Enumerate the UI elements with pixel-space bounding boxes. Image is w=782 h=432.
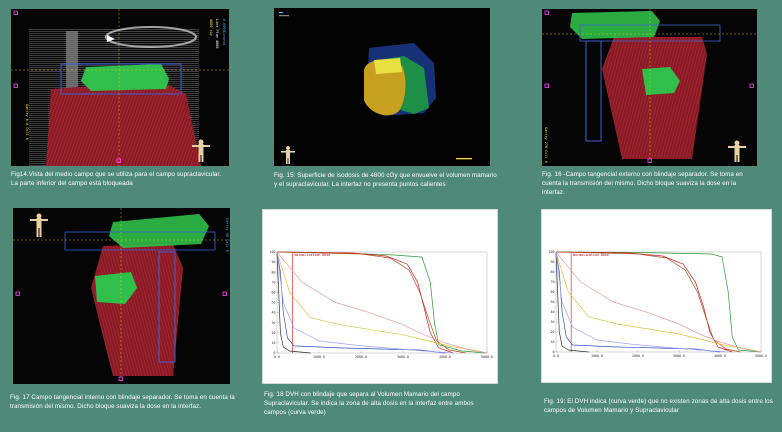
dvh-series-line-0 (276, 251, 488, 354)
fig15-image (274, 8, 490, 166)
x-tick-label: 5000.0 (481, 355, 493, 359)
fig14-image: 0.0000 Coronal Line Plan 4800 4800 cGy G… (11, 9, 229, 166)
svg-text:Gantry 90 Coll 0: Gantry 90 Coll 0 (225, 218, 229, 252)
dvh-series-line-1 (276, 251, 454, 354)
fig17-render: Gantry 90 Coll 0 (13, 208, 230, 384)
dvh-series-line-7 (276, 251, 454, 354)
fig15-render (274, 8, 490, 166)
svg-text:Line Plan 4800: Line Plan 4800 (215, 19, 219, 49)
y-tick-label: 40 (551, 310, 555, 314)
x-tick-label: 1000.0 (313, 355, 325, 359)
x-tick-label: 5000.0 (755, 354, 767, 358)
fig16-caption: Fig. 16 -Campo tangencial externo con bl… (542, 171, 743, 197)
y-tick-label: 90 (272, 260, 276, 264)
fig17-image: Gantry 90 Coll 0 (13, 208, 230, 384)
y-tick-label: 10 (272, 341, 276, 345)
x-tick-label: 2000.0 (355, 355, 367, 359)
plot-frame (555, 251, 762, 353)
dvh-series-line-5 (555, 251, 721, 353)
fig14-caption: Fig14.Vista del medio campo que se utili… (11, 171, 222, 188)
svg-text:Coronal: Coronal (222, 31, 226, 46)
fig19-caption: Fig. 19: El DVH indica (curva verde) que… (544, 398, 773, 415)
y-tick-label: 30 (272, 321, 276, 325)
y-tick-label: 60 (551, 290, 555, 294)
svg-text:Gantry 0.0 Coll 0: Gantry 0.0 Coll 0 (25, 104, 29, 140)
y-tick-label: 80 (551, 270, 555, 274)
y-tick-label: 50 (272, 301, 276, 305)
fig16-image: Gantry 270 Coll 0 (542, 9, 757, 166)
fig19-dvh-chart: 100 90 80 70 60 50 40 30 20 10 0 0.0 1000.0 2000.0 300… (541, 209, 772, 383)
fig18-dvh-chart: 100 90 80 70 60 50 40 30 20 10 0 0.0 1000.0 2000.0 300… (262, 209, 498, 384)
x-tick-label: 4000.0 (439, 355, 451, 359)
x-tick-label: 0.0 (274, 355, 280, 359)
x-tick-label: 3000.0 (673, 354, 685, 358)
fig17-caption: Fig. 17 Campo tangencial interno con bli… (10, 394, 235, 411)
fig14-render: 0.0000 Coronal Line Plan 4800 4800 cGy G… (11, 9, 229, 166)
y-tick-label: 70 (272, 280, 276, 284)
x-tick-label: 4000.0 (714, 354, 726, 358)
dvh-series-line-2 (555, 251, 741, 353)
svg-text:Gantry 270 Coll 0: Gantry 270 Coll 0 (544, 127, 548, 163)
svg-text:4800 cGy: 4800 cGy (209, 19, 213, 36)
y-tick-label: 10 (551, 340, 555, 344)
dvh-series-line-1 (555, 251, 733, 353)
y-tick-label: 100 (549, 250, 555, 254)
dvh-series-line-4 (555, 251, 762, 353)
x-tick-label: 2000.0 (632, 354, 644, 358)
dvh-series-line-3 (555, 251, 762, 353)
normalization-dose-label: Normalization Dose (295, 253, 331, 257)
dvh-series-line-3 (276, 251, 488, 354)
y-tick-label: 20 (551, 330, 555, 334)
y-tick-label: 100 (270, 250, 276, 254)
y-tick-label: 30 (551, 320, 555, 324)
fig18-caption: Fig. 18 DVH con blindaje que separa al V… (264, 391, 474, 417)
y-tick-label: 80 (272, 270, 276, 274)
y-tick-label: 20 (272, 331, 276, 335)
y-tick-label: 40 (272, 311, 276, 315)
fig16-render: Gantry 270 Coll 0 (542, 9, 757, 166)
fig18-dvh-svg: 10090807060504030201000.0 1000.0 2000.0 300… (270, 250, 493, 359)
x-tick-label: 3000.0 (397, 355, 409, 359)
dvh-series-line-7 (555, 251, 729, 353)
plot-frame (276, 251, 488, 354)
normalization-dose-label: Normalization Dose (573, 253, 609, 257)
y-tick-label: 60 (272, 291, 276, 295)
fig15-caption: Fig. 15: Superficie de isodosis de 4800 … (274, 172, 497, 189)
dvh-series-line-4 (276, 251, 488, 354)
x-tick-label: 1000.0 (591, 354, 603, 358)
x-tick-label: 0.0 (553, 354, 559, 358)
svg-text:0.0000: 0.0000 (222, 19, 226, 32)
y-tick-label: 70 (551, 280, 555, 284)
y-tick-label: 50 (551, 300, 555, 304)
fig19-dvh-svg: 10090807060504030201000.0 1000.0 2000.0 300… (549, 250, 767, 358)
y-tick-label: 90 (551, 260, 555, 264)
dvh-series-line-0 (555, 251, 762, 353)
dvh-series-line-5 (276, 251, 446, 354)
